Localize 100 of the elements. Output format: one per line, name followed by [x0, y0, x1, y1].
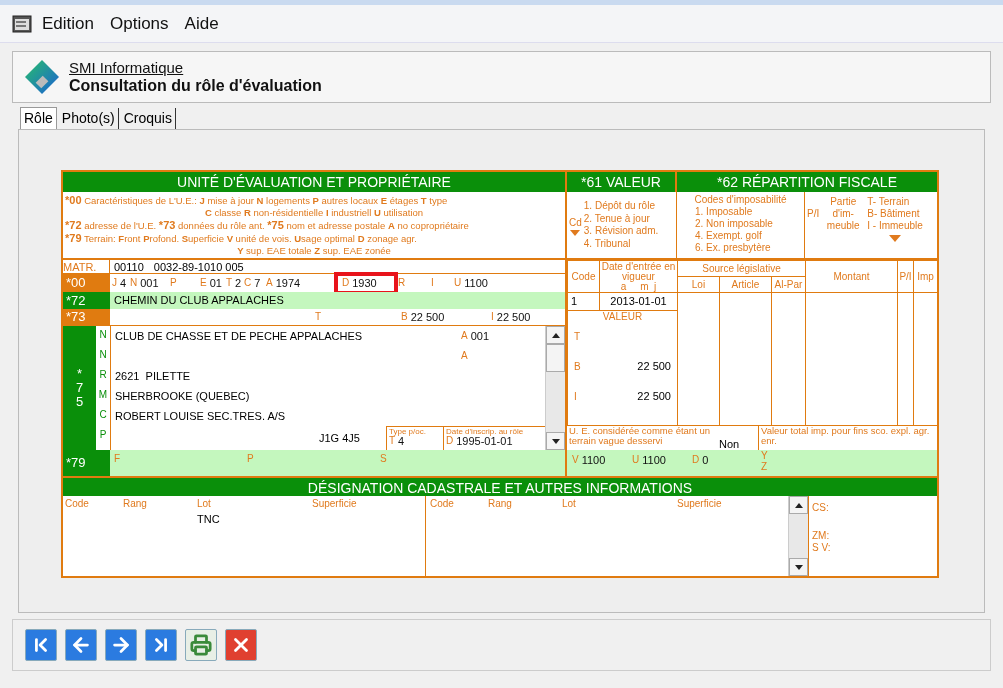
- table-cell: 2013-01-01: [599, 292, 678, 310]
- next-record-button[interactable]: [105, 629, 137, 661]
- field-code: U: [632, 455, 640, 465]
- column-header: Loi: [677, 276, 720, 293]
- field-code: T: [226, 277, 233, 288]
- menu-item[interactable]: Edition: [42, 10, 94, 37]
- arrow-icon: [70, 634, 92, 656]
- field-code: U: [454, 277, 462, 288]
- legend-text: C classe R non-résidentielle I industriell U utilisation: [203, 206, 425, 219]
- close-button[interactable]: [225, 629, 257, 661]
- scroll-thumb[interactable]: [546, 344, 565, 372]
- field-label: Type p/oc.: [389, 427, 427, 436]
- field-code: P: [170, 278, 177, 288]
- logo-icon: [23, 58, 61, 96]
- field-value: 001: [470, 330, 490, 342]
- field-value: 2: [235, 277, 242, 289]
- menu-item[interactable]: Options: [110, 10, 169, 37]
- menu-item[interactable]: Aide: [184, 10, 219, 37]
- legend-text: 1. Imposable: [694, 206, 754, 218]
- field-value: CHEMIN DU CLUB APPALACHES: [114, 293, 284, 308]
- row-label: *75: [63, 326, 96, 450]
- address-line: CLUB DE CHASSE ET DE PECHE APPALACHES: [115, 328, 364, 344]
- field-value: 1100: [464, 277, 488, 289]
- dropdown-arrow-icon[interactable]: [889, 235, 901, 242]
- first-record-button[interactable]: [25, 629, 57, 661]
- line-code: M: [97, 388, 109, 402]
- field-value: 22 500: [496, 311, 531, 323]
- line-code: R: [98, 368, 108, 382]
- row-label: *00: [63, 274, 110, 292]
- field-label: U. E. considérée comme étant un terrain vague desservi: [569, 426, 711, 446]
- field-code: B: [401, 311, 408, 322]
- section-header: DÉSIGNATION CADASTRALE ET AUTRES INFORMATIONS: [63, 476, 937, 496]
- field-code: A: [266, 277, 273, 288]
- legend-text: 4. Exempt. golf: [694, 230, 763, 242]
- field-label: Cd: [569, 215, 582, 230]
- company-link[interactable]: SMI Informatique: [69, 59, 322, 77]
- line-code: N: [98, 348, 108, 362]
- column-header: Code: [65, 497, 90, 511]
- field-code: F: [114, 454, 121, 464]
- row-label: MATR.: [63, 260, 110, 273]
- legend-text: 6. Ex. presbytère: [694, 242, 772, 254]
- field-code: N: [130, 277, 138, 288]
- scrollbar[interactable]: [545, 326, 565, 450]
- address-line: SHERBROOKE (QUEBEC): [115, 388, 251, 404]
- scroll-up-button[interactable]: [789, 496, 808, 514]
- field-value: 22 500: [637, 359, 671, 375]
- field-code: S: [380, 454, 387, 464]
- line-code: C: [98, 408, 108, 422]
- field-code: T: [315, 312, 322, 322]
- column-header: Imp: [913, 260, 938, 293]
- field-code: D: [692, 455, 700, 465]
- column-header: Rang: [123, 497, 148, 511]
- previous-record-button[interactable]: [65, 629, 97, 661]
- legend-title: Codes d'imposabilité: [693, 194, 788, 206]
- scroll-down-button[interactable]: [789, 558, 808, 576]
- column-header: Date d'entrée en vigueur a m j: [599, 260, 678, 293]
- down-arrow-icon: [551, 438, 560, 444]
- field-code: T: [574, 330, 581, 344]
- field-label: S V:: [812, 542, 832, 554]
- table-cell-text: TNC: [197, 512, 221, 527]
- last-record-button[interactable]: [145, 629, 177, 661]
- legend-text: Y sup. EAE totale Z sup. EAE zonée: [236, 244, 392, 257]
- field-label: ZM:: [812, 530, 831, 542]
- column-header: Lot: [562, 497, 577, 511]
- legend-text: *00 Caractéristiques de L'U.E.: J mise à jour N logements P autres locaux E étages T type: [65, 193, 449, 207]
- up-arrow-icon: [794, 502, 803, 508]
- scroll-down-button[interactable]: [546, 432, 565, 450]
- field-label: Valeur total imp. pour fins sco. expl. agr. enr.: [760, 426, 931, 448]
- field-label: Date d'inscrip. au rôle: [446, 427, 525, 436]
- scrollbar[interactable]: [788, 496, 808, 576]
- field-value: 4: [120, 277, 127, 289]
- field-value: 1995-01-01: [456, 436, 513, 447]
- legend-text: T- Terrain: [867, 196, 910, 208]
- address-line: 2621 PILETTE: [115, 368, 192, 384]
- field-value: 22 500: [637, 389, 671, 405]
- field-value: 7: [254, 277, 261, 289]
- field-value: 1974: [275, 277, 301, 289]
- field-code: C: [244, 277, 252, 288]
- legend-text: 1. Dépôt du rôle: [583, 200, 656, 213]
- line-code: N: [98, 328, 108, 342]
- field-value: 22 500: [410, 311, 445, 323]
- column-header: Rang: [488, 497, 513, 511]
- address-line: ROBERT LOUISE SEC.TRES. A/S: [115, 408, 287, 424]
- tab[interactable]: Rôle: [20, 107, 57, 129]
- window-icon: [12, 14, 32, 33]
- down-arrow-icon: [794, 564, 803, 570]
- field-code: V: [572, 455, 579, 465]
- legend-text: 3. Révision adm.: [583, 225, 659, 238]
- scroll-up-button[interactable]: [546, 326, 565, 344]
- field-value: 001: [140, 277, 159, 289]
- field-code: B: [574, 360, 581, 374]
- print-button[interactable]: [185, 629, 217, 661]
- legend-text: *79 Terrain: Front Profond. Superficie V unité de vois. Usage optimal D zonage agr.: [65, 231, 418, 245]
- field-value: 0032-89-1010 005: [153, 260, 244, 273]
- dropdown-arrow-icon[interactable]: [570, 229, 581, 236]
- field-label: CS:: [812, 502, 830, 514]
- column-header: Source législative: [677, 260, 806, 277]
- row-label: *79: [63, 450, 110, 476]
- field-code: Z: [761, 461, 768, 472]
- field-value: 1100: [581, 455, 606, 466]
